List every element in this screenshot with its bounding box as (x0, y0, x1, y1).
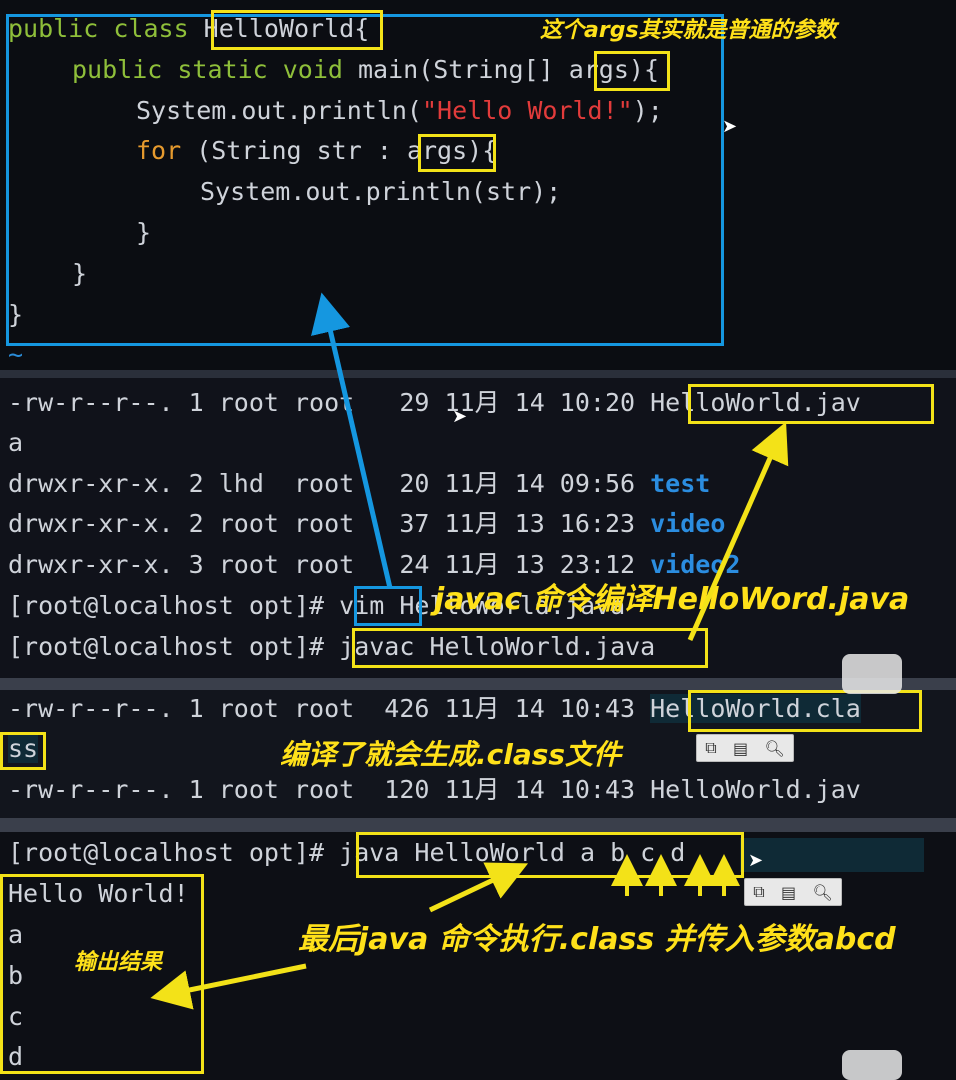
annotation-arrows (150, 292, 789, 1010)
arrow-vim-to-code (311, 292, 393, 589)
arrow-run-to-command (428, 862, 529, 913)
arrow-to-output (150, 963, 307, 1010)
arrow-javac-to-file (687, 421, 789, 642)
